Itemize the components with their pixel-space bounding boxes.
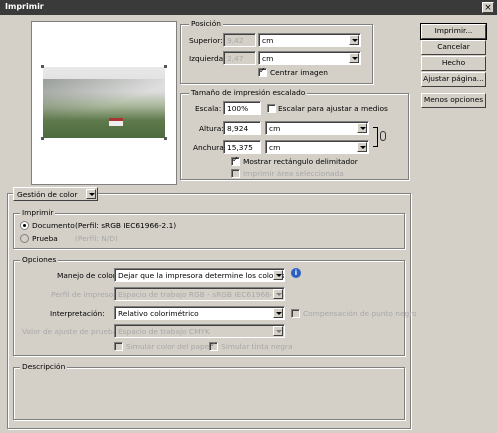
top-input[interactable]: 9,42 bbox=[223, 33, 256, 47]
proof-profile: (Perfil: N/D) bbox=[75, 234, 118, 243]
top-unit-value: cm bbox=[262, 36, 274, 45]
color-management-dropdown[interactable]: Gestión de color bbox=[13, 187, 98, 201]
proof-setup-value: Espacio de trabajo CMYK bbox=[118, 327, 210, 336]
document-radio[interactable] bbox=[20, 221, 29, 230]
proof-setup-label: Valor de ajuste de prueba: bbox=[22, 327, 120, 336]
chevron-down-icon bbox=[349, 53, 359, 63]
print-source-group bbox=[13, 213, 405, 249]
printer-profile-value: Espacio de trabajo RGB - sRGB IEC61966-2… bbox=[118, 290, 285, 299]
bbox-handle-tr[interactable] bbox=[164, 65, 167, 68]
options-title: Opciones bbox=[20, 255, 59, 264]
width-label: Anchura: bbox=[193, 143, 227, 152]
bbox-handle-bl[interactable] bbox=[41, 137, 44, 140]
color-handling-value: Dejar que la impresora determine los col… bbox=[118, 271, 285, 280]
width-unit-value: cm bbox=[269, 143, 281, 152]
bounding-box-checkbox[interactable] bbox=[231, 155, 240, 166]
chevron-down-icon bbox=[357, 142, 367, 152]
print-source-title: Imprimir bbox=[20, 208, 56, 217]
left-input[interactable]: 2,47 bbox=[223, 51, 256, 65]
print-selected-checkbox[interactable] bbox=[231, 169, 240, 178]
height-unit-value: cm bbox=[269, 124, 281, 133]
top-unit-select[interactable]: cm bbox=[258, 33, 361, 47]
proof-label: Prueba bbox=[32, 234, 58, 243]
proof-radio[interactable] bbox=[20, 234, 29, 243]
position-group-title: Posición bbox=[189, 19, 223, 28]
color-management-value: Gestión de color bbox=[17, 190, 78, 199]
printer-profile-label: Perfil de impresora: bbox=[51, 290, 124, 299]
chain-link-icon[interactable] bbox=[380, 131, 386, 141]
cancel-button[interactable]: Cancelar bbox=[421, 40, 486, 55]
description-group bbox=[13, 367, 405, 420]
description-title: Descripción bbox=[20, 362, 68, 371]
print-preview bbox=[31, 21, 177, 185]
preview-house bbox=[109, 118, 123, 126]
height-input[interactable]: 8,924 bbox=[223, 121, 261, 135]
black-point-label: Compensación de punto negro bbox=[303, 309, 417, 318]
black-point-checkbox[interactable] bbox=[291, 309, 300, 318]
chevron-down-icon bbox=[357, 123, 367, 133]
color-handling-select[interactable]: Dejar que la impresora determine los col… bbox=[114, 268, 285, 282]
rendering-intent-select[interactable]: Relativo colorimétrico bbox=[114, 306, 285, 320]
left-unit-value: cm bbox=[262, 54, 274, 63]
document-profile: (Perfil: sRGB IEC61966-2.1) bbox=[75, 221, 177, 230]
page-setup-button[interactable]: Ajustar página... bbox=[421, 72, 486, 87]
fewer-options-button[interactable]: Menos opciones bbox=[421, 93, 486, 108]
chevron-down-icon bbox=[273, 326, 283, 336]
bbox-handle-br[interactable] bbox=[164, 137, 167, 140]
center-image-checkbox[interactable] bbox=[258, 66, 267, 77]
width-unit-select[interactable]: cm bbox=[265, 140, 369, 154]
info-icon[interactable]: i bbox=[291, 268, 301, 278]
scale-label: Escala: bbox=[195, 104, 222, 113]
center-image-label: Centrar imagen bbox=[270, 68, 328, 77]
bbox-handle-tl[interactable] bbox=[41, 65, 44, 68]
scale-to-fit-label: Escalar para ajustar a medios bbox=[278, 104, 388, 113]
chevron-down-icon bbox=[273, 308, 283, 318]
rendering-intent-label: Interpretación: bbox=[50, 309, 105, 318]
scaled-size-group-title: Tamaño de impresión escalado bbox=[189, 88, 308, 97]
window-title: Imprimir bbox=[5, 2, 44, 11]
chevron-down-icon bbox=[273, 289, 283, 299]
top-label: Superior: bbox=[189, 36, 223, 45]
printer-profile-select[interactable]: Espacio de trabajo RGB - sRGB IEC61966-2… bbox=[114, 287, 285, 301]
left-unit-select[interactable]: cm bbox=[258, 51, 361, 65]
simulate-paper-label: Simular color del papel bbox=[126, 342, 212, 351]
simulate-ink-checkbox[interactable] bbox=[209, 340, 218, 351]
simulate-ink-label: Simular tinta negra bbox=[221, 342, 293, 351]
done-button[interactable]: Hecho bbox=[421, 56, 486, 71]
scale-input[interactable]: 100% bbox=[223, 101, 261, 115]
height-label: Altura: bbox=[199, 124, 224, 133]
rendering-intent-value: Relativo colorimétrico bbox=[118, 309, 199, 318]
scale-to-fit-checkbox[interactable] bbox=[267, 104, 276, 113]
chevron-down-icon bbox=[349, 35, 359, 45]
simulate-paper-checkbox[interactable] bbox=[114, 342, 123, 351]
preview-mountain bbox=[43, 79, 165, 119]
left-label: Izquierda: bbox=[189, 54, 226, 63]
print-selected-label: Imprimir área seleccionada bbox=[243, 169, 344, 178]
chevron-down-icon bbox=[273, 270, 283, 280]
chevron-down-icon bbox=[86, 189, 96, 199]
proof-setup-select[interactable]: Espacio de trabajo CMYK bbox=[114, 324, 285, 338]
color-handling-label: Manejo de color: bbox=[57, 271, 119, 280]
document-label: Documento bbox=[32, 221, 75, 230]
title-bar: Imprimir × bbox=[0, 0, 497, 15]
preview-image[interactable] bbox=[41, 65, 167, 140]
print-button[interactable]: Imprimir... bbox=[420, 23, 487, 40]
link-bracket bbox=[373, 127, 378, 147]
height-unit-select[interactable]: cm bbox=[265, 121, 369, 135]
bounding-box-label: Mostrar rectángulo delimitador bbox=[243, 157, 358, 166]
close-button[interactable]: × bbox=[482, 2, 494, 13]
width-input[interactable]: 15,375 bbox=[223, 140, 261, 154]
